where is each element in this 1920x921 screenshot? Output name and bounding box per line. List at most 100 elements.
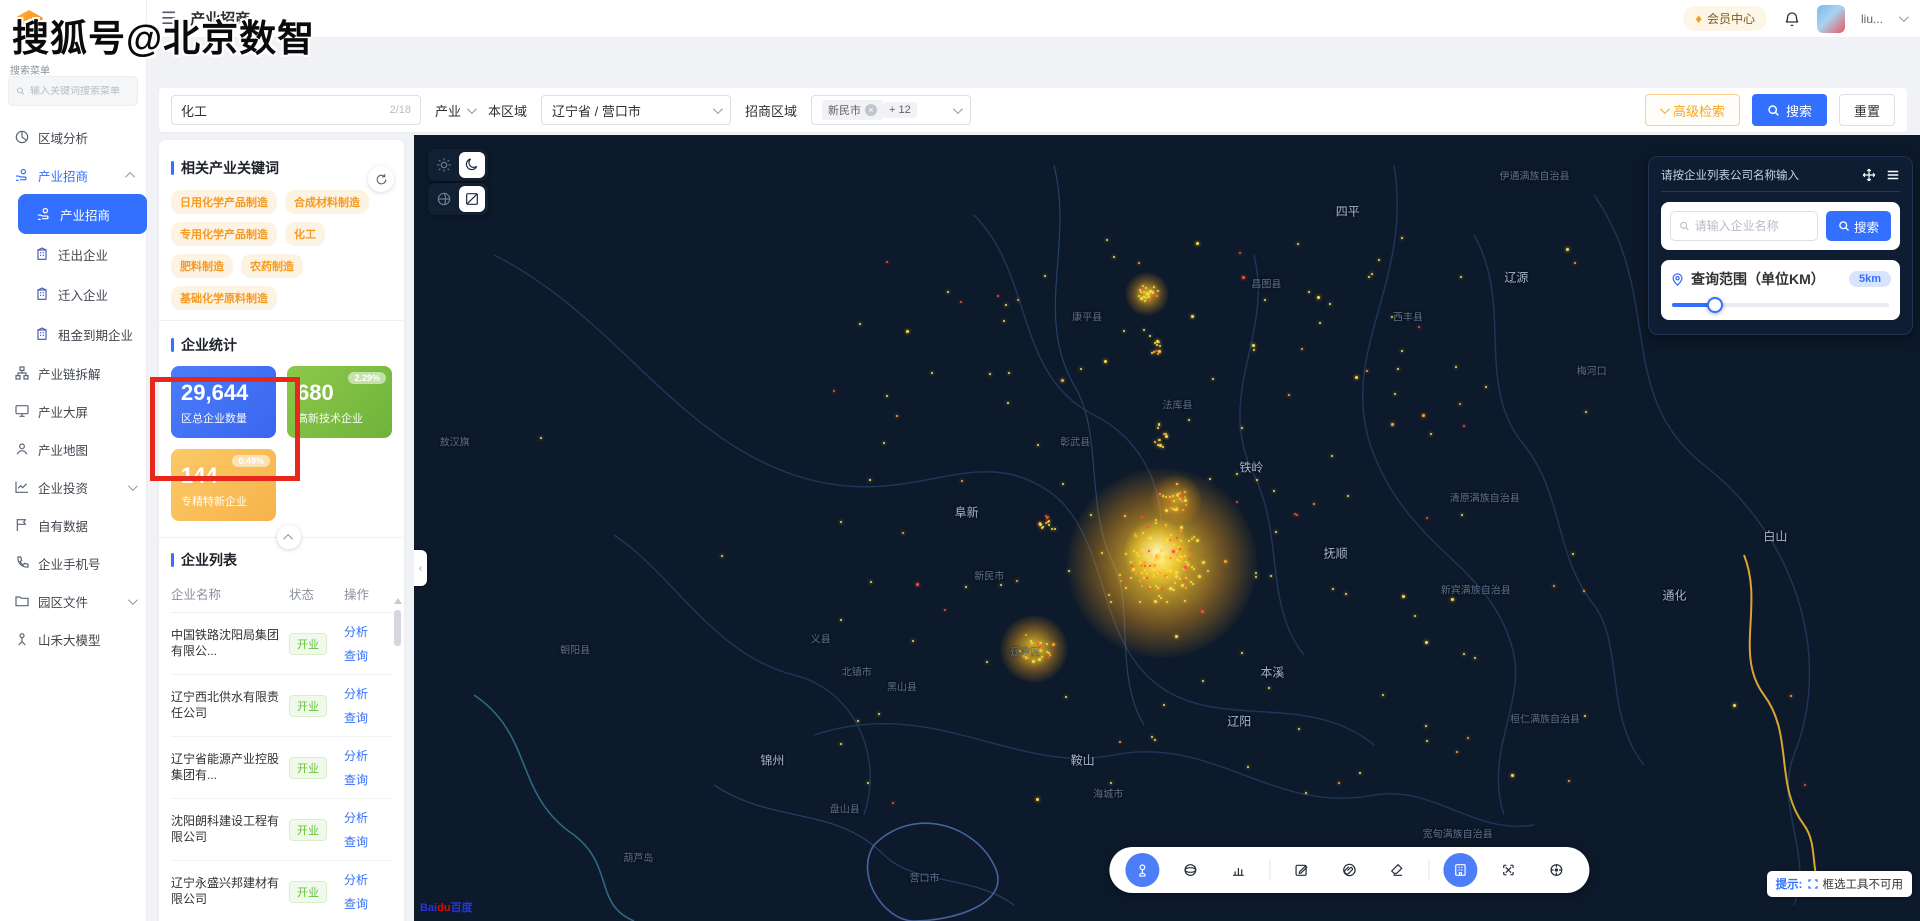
sidebar-item-4[interactable]: 迁入企业 — [0, 274, 147, 314]
sidebar-item-13[interactable]: 山禾大模型 — [0, 620, 147, 658]
edit-icon[interactable] — [1284, 853, 1318, 887]
sidebar-item-5[interactable]: 租金到期企业 — [0, 314, 147, 354]
keyword-tag[interactable]: 日用化学产品制造 — [171, 190, 277, 214]
advanced-search-button[interactable]: 高级检索 — [1645, 94, 1740, 126]
location-pin-icon — [1670, 272, 1685, 287]
search-button[interactable]: 搜索 — [1752, 94, 1827, 126]
target-region-select[interactable]: 新民市× + 12 — [811, 95, 971, 125]
range-slider[interactable] — [1672, 303, 1889, 307]
stat-card-2[interactable]: 0.49%144 专精特新企业 — [171, 449, 276, 521]
scroll-thumb[interactable] — [394, 610, 401, 646]
sidebar-item-7[interactable]: 产业大屏 — [0, 392, 147, 430]
globe-icon[interactable] — [1173, 853, 1207, 887]
sidebar-item-label: 山禾大模型 — [38, 630, 101, 649]
building2-icon[interactable] — [1443, 853, 1477, 887]
move-icon[interactable] — [1862, 168, 1876, 182]
sidebar-item-6[interactable]: 产业链拆解 — [0, 354, 147, 392]
scroll-up-icon[interactable] — [394, 598, 402, 604]
keyword-tag[interactable]: 农药制造 — [241, 254, 303, 278]
action-link[interactable]: 查询 — [344, 895, 384, 912]
keyword-tags: 日用化学产品制造合成材料制造专用化学产品制造化工肥料制造农药制造基础化学原料制造 — [171, 190, 392, 310]
boxx-icon[interactable] — [1491, 853, 1525, 887]
action-link[interactable]: 查询 — [344, 709, 384, 726]
sidebar-item-8[interactable]: 产业地图 — [0, 430, 147, 468]
keyword-tag[interactable]: 化工 — [285, 222, 325, 246]
keyword-tag[interactable]: 基础化学原料制造 — [171, 286, 277, 310]
action-link[interactable]: 查询 — [344, 833, 384, 850]
status-badge: 开业 — [289, 819, 327, 841]
table-body: 中国铁路沈阳局集团有限公... 开业 分析查询辽宁西北供水有限责任公司 开业 分… — [171, 613, 392, 921]
map-canvas[interactable]: 昌图县四平伊通满族自治县辽源梅河口西丰县康平县法库县彰武县铁岭阜新抚顺清原满族自… — [414, 135, 1920, 921]
globe2-icon[interactable] — [431, 186, 457, 212]
sidebar-item-11[interactable]: 企业手机号 — [0, 544, 147, 582]
action-link[interactable]: 分析 — [344, 809, 384, 826]
table-row[interactable]: 中国铁路沈阳局集团有限公... 开业 分析查询 — [171, 613, 392, 675]
user-avatar[interactable] — [1817, 5, 1845, 33]
action-link[interactable]: 分析 — [344, 623, 384, 640]
notification-bell-icon[interactable] — [1783, 10, 1801, 28]
menu-search-box[interactable] — [8, 76, 138, 106]
action-link[interactable]: 查询 — [344, 647, 384, 664]
keyword-tag[interactable]: 合成材料制造 — [285, 190, 369, 214]
geo-panel-title: 请按企业列表公司名称输入 — [1661, 167, 1799, 183]
slider-thumb[interactable] — [1707, 297, 1723, 313]
action-link[interactable]: 分析 — [344, 747, 384, 764]
pin-icon[interactable] — [1125, 853, 1159, 887]
sidebar-item-0[interactable]: 区域分析 — [0, 118, 147, 156]
search-icon — [1679, 220, 1690, 232]
search-icon — [1838, 220, 1850, 232]
maptype-toggle[interactable] — [428, 183, 488, 215]
mapbox-icon[interactable] — [459, 186, 485, 212]
daynight-toggle[interactable] — [428, 149, 488, 181]
geo-search-button[interactable]: 搜索 — [1826, 211, 1891, 241]
member-center-button[interactable]: ♦ 会员中心 — [1683, 6, 1767, 31]
table-row[interactable]: 沈阳朗科建设工程有限公司 开业 分析查询 — [171, 799, 392, 861]
chevron-down-icon[interactable] — [1899, 12, 1909, 22]
sidebar-item-3[interactable]: 迁出企业 — [0, 234, 147, 274]
action-link[interactable]: 分析 — [344, 685, 384, 702]
table-row[interactable]: 辽宁永盛兴邦建材有限公司 开业 分析查询 — [171, 861, 392, 921]
industry-label: 产业 — [435, 101, 461, 120]
clip-icon[interactable] — [1332, 853, 1366, 887]
action-link[interactable]: 分析 — [344, 871, 384, 888]
target-icon[interactable] — [1539, 853, 1573, 887]
action-link[interactable]: 查询 — [344, 771, 384, 788]
region-select[interactable]: 辽宁省 / 营口市 — [541, 95, 731, 125]
stats-collapse-button[interactable] — [277, 525, 301, 549]
sidebar-item-label: 产业地图 — [38, 440, 88, 459]
sidebar-item-10[interactable]: 自有数据 — [0, 506, 147, 544]
hamburger-icon[interactable]: ☰ — [161, 9, 176, 29]
keyword-tag[interactable]: 专用化学产品制造 — [171, 222, 277, 246]
table-row[interactable]: 辽宁省能源产业控股集团有... 开业 分析查询 — [171, 737, 392, 799]
remove-tag-icon[interactable]: × — [865, 104, 877, 116]
list-icon[interactable] — [1886, 168, 1900, 182]
moon-icon[interactable] — [459, 152, 485, 178]
range-label: 查询范围（单位KM） — [1691, 269, 1825, 289]
panel-collapse-tab[interactable]: ‹ — [414, 550, 427, 586]
sun-icon[interactable] — [431, 152, 457, 178]
target-region-label: 招商区域 — [745, 101, 797, 120]
menu-search-input[interactable] — [30, 86, 130, 97]
company-name-input[interactable] — [1670, 211, 1818, 241]
stat-card-0[interactable]: 29,644 区总企业数量 — [171, 366, 276, 438]
sidebar-item-label: 产业招商 — [60, 205, 110, 224]
username-label[interactable]: liu... — [1861, 12, 1883, 26]
industry-dropdown[interactable]: 产业 — [435, 101, 474, 120]
stat-card-1[interactable]: 2.29%680 高新技术企业 — [287, 366, 392, 438]
list-scrollbar[interactable] — [394, 598, 402, 921]
reset-button[interactable]: 重置 — [1839, 94, 1895, 126]
refresh-icon[interactable] — [368, 166, 394, 192]
eraser-icon[interactable] — [1380, 853, 1414, 887]
sidebar-item-9[interactable]: 企业投资 — [0, 468, 147, 506]
sidebar-item-12[interactable]: 园区文件 — [0, 582, 147, 620]
industry-keyword-input[interactable]: 化工 2/18 — [171, 95, 421, 125]
target-region-more-tag: + 12 — [883, 102, 917, 118]
keyword-tag[interactable]: 肥料制造 — [171, 254, 233, 278]
stat-badge: 0.49% — [232, 455, 270, 467]
bars-icon[interactable] — [1221, 853, 1255, 887]
sidebar-item-1[interactable]: 产业招商 — [0, 156, 147, 194]
company-list-section: 企业列表 企业名称 状态 操作 中国铁路沈阳局集团有限公... 开业 分析查询辽… — [159, 538, 404, 921]
table-row[interactable]: 辽宁西北供水有限责任公司 开业 分析查询 — [171, 675, 392, 737]
sidebar-item-2[interactable]: 产业招商 — [18, 194, 147, 234]
screen-icon — [14, 403, 30, 419]
